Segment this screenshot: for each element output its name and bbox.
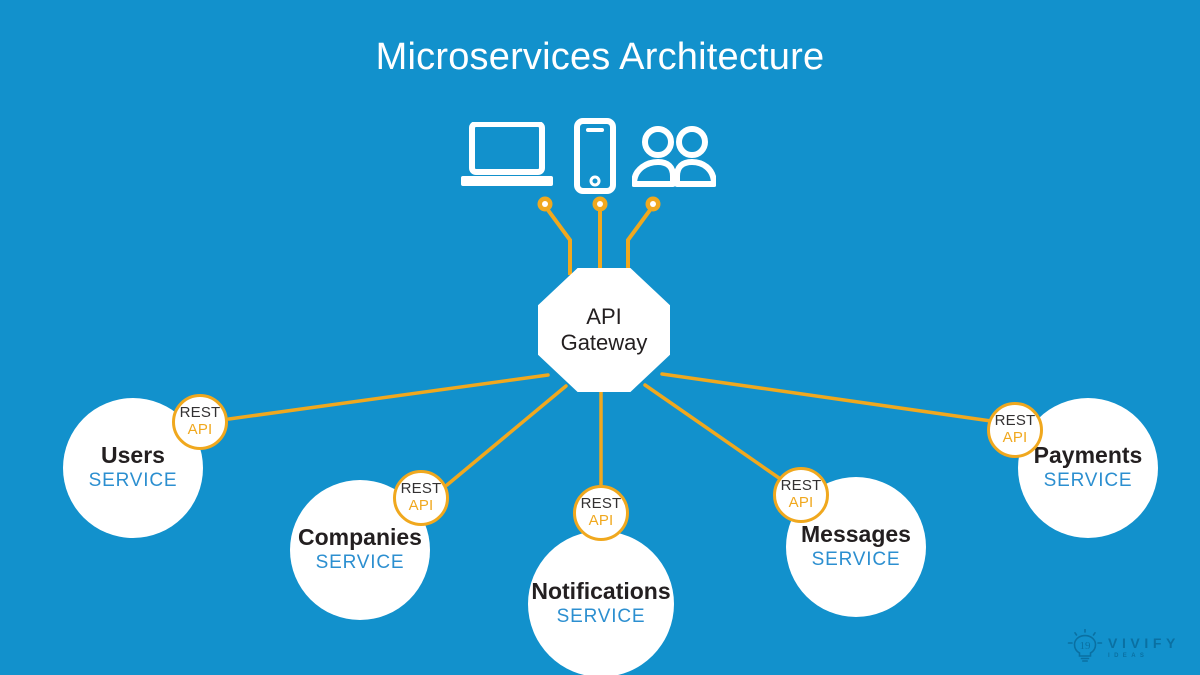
service-name: Messages [801,520,911,547]
badge-api-label: API [408,497,434,514]
mobile-phone-icon [574,118,616,194]
service-sublabel: SERVICE [811,548,901,570]
badge-rest-label: REST [580,495,622,513]
laptop-icon [461,122,553,186]
badge-api-label: API [1002,429,1028,446]
logo-tagline: IDEAS [1108,652,1149,659]
lightbulb-icon: 19 [1067,629,1103,662]
badge-rest-label: REST [780,477,822,495]
people-icon [632,126,716,187]
service-node-notifications[interactable]: Notifications SERVICE [528,531,674,675]
service-sublabel: SERVICE [556,605,646,627]
service-sublabel: SERVICE [315,551,405,573]
link-gateway-companies [445,384,568,487]
rest-api-badge-payments[interactable]: REST API [987,402,1043,458]
rest-api-badge-users[interactable]: REST API [172,394,228,450]
client-icons-group [455,118,725,194]
diagram-canvas: Microservices Architecture API Gateway U… [0,0,1200,675]
vivify-ideas-logo: 19 VIVIFY IDEAS [1066,627,1186,667]
dot-laptop-center [542,201,548,207]
link-people-gateway [626,204,655,275]
logo-wordmark: VIVIFY [1108,634,1180,651]
lightbulb-glyph: 19 [1080,640,1092,652]
link-gateway-payments [660,372,993,423]
link-laptop-gateway [543,204,572,275]
api-gateway-line2: Gateway [560,330,648,355]
service-name: Notifications [531,577,671,604]
link-gateway-messages [643,383,781,480]
api-gateway-line1: API [586,304,622,330]
rest-api-badge-companies[interactable]: REST API [393,470,449,526]
service-name: Companies [298,523,422,550]
badge-api-label: API [788,494,814,511]
dot-mobile-center [597,201,603,207]
badge-rest-label: REST [179,404,221,422]
service-name: Users [101,441,165,468]
connector-dots [537,196,661,212]
badge-rest-label: REST [994,412,1036,430]
link-gateway-users [227,373,550,421]
rest-api-badge-messages[interactable]: REST API [773,467,829,523]
rest-api-badge-notifications[interactable]: REST API [573,485,629,541]
service-sublabel: SERVICE [88,469,178,491]
service-name: Payments [1033,441,1143,468]
badge-rest-label: REST [400,480,442,498]
dot-people-center [650,201,656,207]
service-sublabel: SERVICE [1043,469,1133,491]
badge-api-label: API [187,421,213,438]
badge-api-label: API [588,512,614,529]
